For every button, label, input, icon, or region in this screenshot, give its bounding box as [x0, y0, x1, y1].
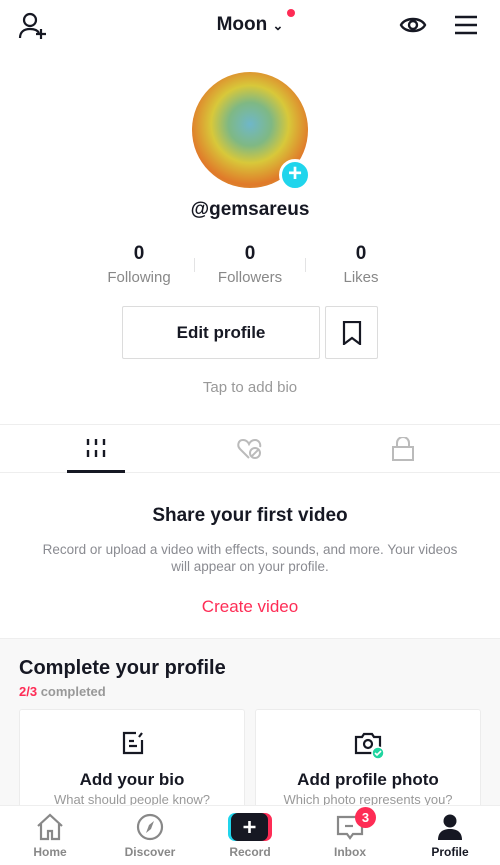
nav-label: Discover [124, 845, 176, 859]
stat-label: Following [107, 269, 171, 286]
empty-state-title: Share your first video [152, 505, 348, 526]
content-tabs [0, 424, 500, 473]
create-video-link[interactable]: Create video [0, 597, 500, 617]
nav-label: Home [33, 845, 67, 859]
add-photo-icon[interactable]: + [279, 159, 311, 191]
tab-private[interactable] [374, 425, 432, 473]
edit-note-icon [122, 731, 144, 755]
compass-icon [136, 813, 164, 841]
stat-value: 0 [133, 243, 145, 264]
add-photo-card[interactable]: Add profile photo Which photo represents… [255, 709, 481, 806]
liked-hidden-icon [237, 438, 262, 459]
person-icon [438, 814, 462, 840]
nav-inbox[interactable]: 3 Inbox [300, 806, 400, 865]
stat-label: Likes [343, 269, 379, 286]
stat-value: 0 [244, 243, 256, 264]
add-bio-card[interactable]: Add your bio What should people know? [19, 709, 245, 806]
stat-following[interactable]: 0 Following [84, 243, 194, 286]
nav-home[interactable]: Home [0, 806, 100, 865]
bookmark-icon [342, 321, 362, 345]
grid-icon [86, 438, 106, 457]
tab-videos[interactable] [67, 425, 125, 473]
notification-dot [287, 9, 295, 17]
username: @gemsareus [190, 199, 310, 220]
home-icon [37, 813, 63, 841]
card-title: Add profile photo [297, 770, 439, 789]
nav-label: Inbox [334, 845, 366, 859]
bottom-nav: Home Discover Record 3 Inbox Profile [0, 805, 500, 864]
stat-value: 0 [355, 243, 367, 264]
progress-count: 2/3 [19, 684, 38, 699]
empty-state-text: Record or upload a video with effects, s… [42, 542, 458, 574]
progress-suffix: completed [40, 684, 106, 699]
stat-followers[interactable]: 0 Followers [195, 243, 305, 286]
nav-discover[interactable]: Discover [100, 806, 200, 865]
card-title: Add your bio [79, 770, 185, 789]
record-plus-icon [228, 813, 272, 841]
nav-record[interactable]: Record [200, 806, 300, 865]
camera-check-icon [354, 732, 384, 760]
eye-icon[interactable] [399, 14, 427, 36]
section-title: Complete your profile [19, 657, 226, 679]
account-name: Moon [216, 14, 268, 35]
bookmarks-button[interactable] [325, 306, 378, 359]
stat-likes[interactable]: 0 Likes [306, 243, 416, 286]
chevron-down-icon: ⌄ [272, 18, 284, 33]
nav-label: Profile [431, 845, 469, 859]
progress-text: 2/3 completed [19, 684, 106, 699]
bio-placeholder[interactable]: Tap to add bio [0, 379, 500, 396]
nav-label: Record [229, 845, 271, 859]
top-bar: Moon ⌄ [0, 0, 500, 52]
stat-label: Followers [217, 269, 283, 286]
menu-icon[interactable] [454, 15, 478, 35]
edit-profile-button[interactable]: Edit profile [122, 306, 320, 359]
lock-icon [392, 437, 414, 461]
tab-liked[interactable] [221, 425, 279, 473]
inbox-badge: 3 [355, 807, 376, 828]
nav-profile[interactable]: Profile [400, 806, 500, 865]
